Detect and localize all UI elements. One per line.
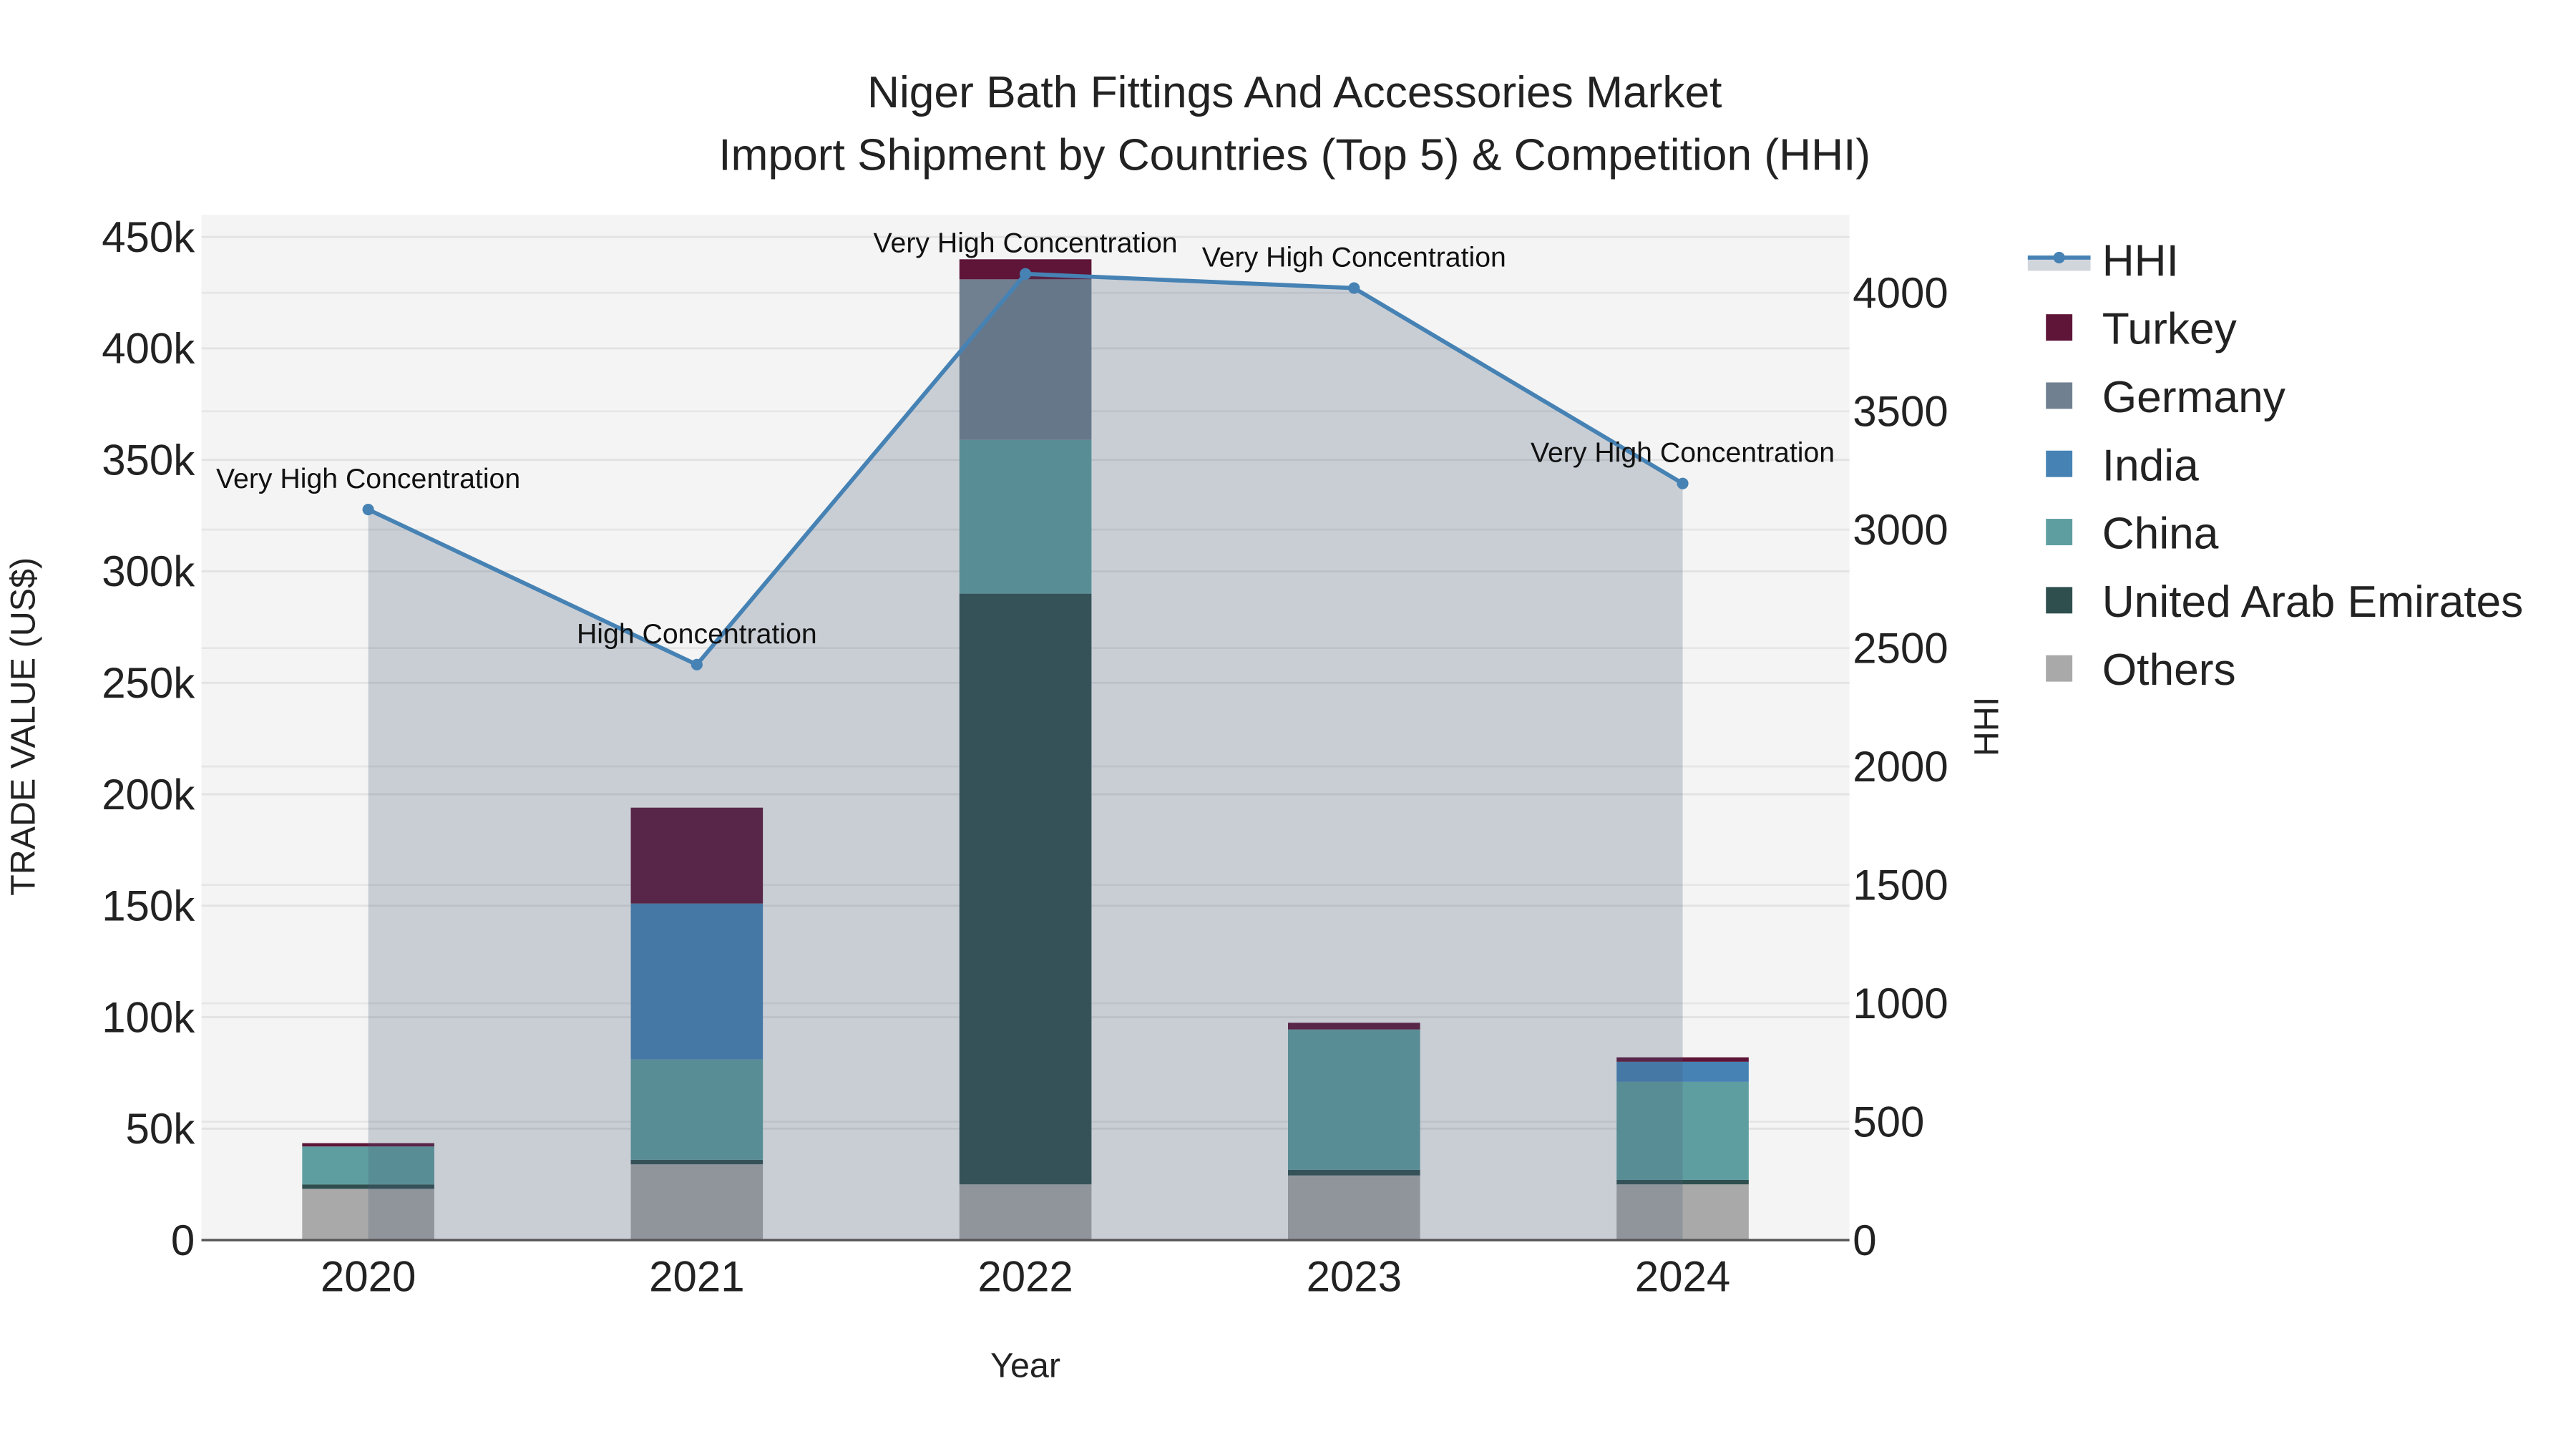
y-tick-label: 400k	[102, 325, 195, 373]
hhi-point[interactable]	[362, 503, 374, 516]
legend-label: Others	[2102, 645, 2236, 695]
x-tick-label: 2021	[649, 1253, 744, 1301]
legend-item-china[interactable]: China	[2046, 509, 2219, 559]
legend-item-hhi[interactable]: HHI	[2027, 236, 2179, 286]
y-axis-label: TRADE VALUE (US$)	[4, 557, 42, 896]
legend-swatch	[2046, 655, 2073, 682]
y2-tick-label: 3000	[1853, 506, 1948, 554]
y2-tick-label: 2500	[1853, 624, 1948, 672]
chart: Niger Bath Fittings And Accessories Mark…	[4, 68, 2523, 1385]
legend-swatch	[2046, 587, 2073, 614]
hhi-annotation: Very High Concentration	[1202, 242, 1506, 273]
x-tick-label: 2023	[1307, 1253, 1402, 1301]
y-tick-label: 300k	[102, 547, 195, 595]
y2-tick-label: 1000	[1853, 980, 1948, 1028]
hhi-point[interactable]	[691, 658, 703, 670]
legend-swatch	[2046, 314, 2073, 341]
hhi-point[interactable]	[1348, 282, 1360, 294]
hhi-annotation: High Concentration	[577, 618, 817, 650]
y-tick-label: 250k	[102, 659, 195, 707]
legend-item-turkey[interactable]: Turkey	[2046, 305, 2238, 354]
chart-title-line2: Import Shipment by Countries (Top 5) & C…	[718, 131, 1870, 180]
y2-tick-label: 500	[1853, 1098, 1924, 1146]
y-tick-label: 0	[171, 1216, 195, 1264]
hhi-annotation: Very High Concentration	[1531, 437, 1835, 469]
y2-tick-label: 3500	[1853, 387, 1948, 435]
hhi-annotation: Very High Concentration	[874, 228, 1178, 259]
y2-tick-label: 0	[1853, 1216, 1876, 1264]
legend-label: United Arab Emirates	[2102, 577, 2524, 627]
legend-swatch	[2046, 382, 2073, 409]
legend-item-united-arab-emirates[interactable]: United Arab Emirates	[2046, 577, 2523, 627]
y-tick-label: 350k	[102, 436, 195, 484]
chart-title-line1: Niger Bath Fittings And Accessories Mark…	[867, 68, 1722, 117]
legend-label: HHI	[2102, 236, 2179, 286]
legend-label: India	[2102, 441, 2199, 490]
legend-swatch	[2046, 519, 2073, 545]
y-tick-label: 100k	[102, 993, 195, 1041]
y-tick-label: 150k	[102, 882, 195, 930]
hhi-point[interactable]	[1020, 268, 1032, 280]
y2-tick-label: 1500	[1853, 861, 1948, 909]
y2-axis-label: HHI	[1967, 697, 2006, 756]
legend-swatch	[2046, 450, 2073, 477]
legend-item-others[interactable]: Others	[2046, 645, 2236, 695]
legend-item-india[interactable]: India	[2046, 441, 2199, 490]
y-tick-label: 450k	[102, 213, 195, 261]
legend-label: China	[2102, 509, 2219, 559]
y2-tick-label: 2000	[1853, 743, 1948, 791]
x-tick-label: 2022	[977, 1253, 1073, 1301]
legend-swatch-marker	[2053, 251, 2065, 264]
legend-item-germany[interactable]: Germany	[2046, 373, 2286, 422]
y-tick-label: 50k	[126, 1105, 196, 1153]
hhi-point[interactable]	[1677, 477, 1689, 489]
x-axis-label: Year	[990, 1347, 1060, 1385]
x-tick-label: 2020	[321, 1253, 416, 1301]
y2-tick-label: 4000	[1853, 269, 1948, 317]
hhi-annotation: Very High Concentration	[216, 463, 520, 494]
legend-label: Turkey	[2102, 305, 2238, 354]
legend-label: Germany	[2102, 373, 2286, 422]
y-tick-label: 200k	[102, 771, 195, 819]
x-tick-label: 2024	[1635, 1253, 1730, 1301]
